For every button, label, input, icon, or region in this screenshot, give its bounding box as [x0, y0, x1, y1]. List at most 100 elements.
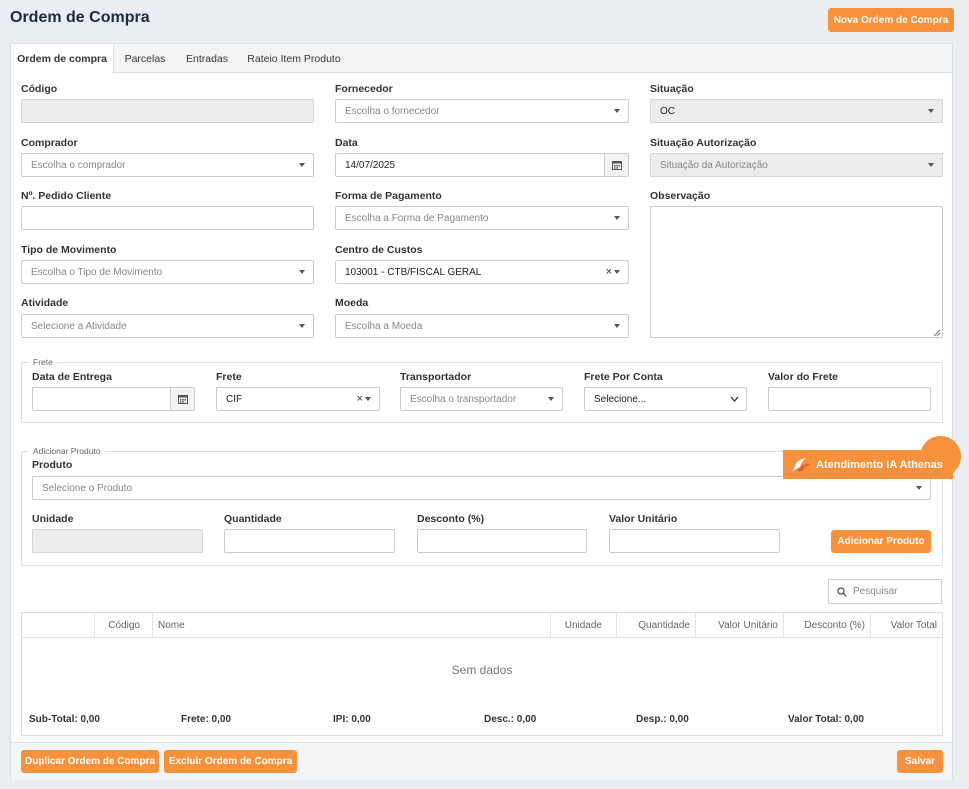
tipo-movimento-placeholder: Escolha o Tipo de Movimento — [31, 266, 163, 278]
tipo-movimento-select[interactable]: Escolha o Tipo de Movimento — [21, 260, 314, 284]
moeda-placeholder: Escolha a Moeda — [345, 320, 423, 332]
column-header-quantidade[interactable]: Quantidade — [617, 613, 696, 638]
table-header: Código Nome Unidade Quantidade Valor Uni… — [22, 613, 942, 638]
total-despesas: Desp.: 0,00 — [636, 714, 689, 725]
total-ipi: IPI: 0,00 — [333, 714, 371, 725]
forma-pagamento-placeholder: Escolha a Forma de Pagamento — [345, 212, 489, 224]
resize-handle-icon[interactable] — [933, 329, 941, 337]
atividade-select[interactable]: Selecione a Atividade — [21, 314, 314, 338]
produto-select[interactable]: Selecione o Produto — [32, 476, 931, 500]
frete-por-conta-value: Selecione... — [594, 393, 647, 405]
total-subtotal: Sub-Total: 0,00 — [29, 714, 100, 725]
calendar-icon[interactable] — [604, 154, 628, 176]
column-header-valor-total[interactable]: Valor Total — [871, 613, 942, 638]
search-icon — [837, 587, 847, 597]
tab-parcelas[interactable]: Parcelas — [114, 44, 176, 73]
empty-message: Sem dados — [451, 663, 513, 677]
desconto-label: Desconto (%) — [417, 513, 485, 525]
centro-custos-value: 103001 - CTB/FISCAL GERAL — [345, 266, 482, 278]
tipo-movimento-label: Tipo de Movimento — [21, 244, 117, 256]
produto-label: Produto — [32, 459, 73, 471]
chevron-down-icon — [299, 163, 305, 167]
column-header-desconto[interactable]: Desconto (%) — [784, 613, 871, 638]
centro-custos-select[interactable]: 103001 - CTB/FISCAL GERAL × — [335, 260, 629, 284]
valor-frete-input[interactable] — [768, 387, 931, 411]
column-header-codigo[interactable]: Código — [95, 613, 153, 638]
adicionar-produto-button[interactable]: Adicionar Produto — [831, 530, 931, 553]
delete-order-button[interactable]: Excluir Ordem de Compra — [164, 750, 297, 773]
tab-bar: Ordem de compra Parcelas Entradas Rateio… — [11, 44, 952, 74]
main-panel: Ordem de compra Parcelas Entradas Rateio… — [10, 43, 953, 780]
situacao-autorizacao-placeholder: Situação da Autorização — [660, 159, 768, 171]
clear-icon[interactable]: × — [606, 266, 612, 278]
adicionar-produto-legend: Adicionar Produto — [29, 446, 105, 456]
situacao-select: OC — [650, 99, 943, 123]
total-valor-total: Valor Total: 0,00 — [788, 714, 864, 725]
comprador-label: Comprador — [21, 137, 78, 149]
transportador-label: Transportador — [400, 371, 472, 383]
column-header-select — [22, 613, 95, 638]
observacao-textarea[interactable] — [650, 206, 943, 338]
chevron-down-icon — [614, 324, 620, 328]
chat-widget-button[interactable]: Atendimento IA Athenas — [783, 450, 953, 479]
moeda-select[interactable]: Escolha a Moeda — [335, 314, 629, 338]
chevron-down-icon — [928, 163, 934, 167]
data-entrega-label: Data de Entrega — [32, 371, 112, 383]
duplicate-order-button[interactable]: Duplicar Ordem de Compra — [21, 750, 159, 773]
chevron-down-icon — [548, 397, 554, 401]
data-value: 14/07/2025 — [345, 159, 396, 171]
pedido-cliente-label: Nº. Pedido Cliente — [21, 190, 112, 202]
transportador-placeholder: Escolha o transportador — [410, 393, 517, 405]
page-title: Ordem de Compra — [10, 9, 150, 26]
column-header-valor-unitario[interactable]: Valor Unitário — [696, 613, 784, 638]
chevron-down-icon — [299, 270, 305, 274]
frete-por-conta-select[interactable]: Selecione... — [584, 387, 747, 411]
atividade-placeholder: Selecione a Atividade — [31, 320, 127, 332]
data-input[interactable]: 14/07/2025 — [335, 153, 629, 177]
situacao-autorizacao-select: Situação da Autorização — [650, 153, 943, 177]
frete-por-conta-label: Frete Por Conta — [584, 371, 663, 383]
save-button[interactable]: Salvar — [897, 750, 943, 773]
codigo-label: Código — [21, 83, 58, 95]
forma-pagamento-select[interactable]: Escolha a Forma de Pagamento — [335, 206, 629, 230]
clear-icon[interactable]: × — [357, 393, 363, 405]
total-frete: Frete: 0,00 — [181, 714, 232, 725]
valor-frete-label: Valor do Frete — [768, 371, 839, 383]
tab-ordem-de-compra[interactable]: Ordem de compra — [11, 44, 114, 74]
form-footer: Duplicar Ordem de Compra Excluir Ordem d… — [11, 742, 952, 780]
chevron-down-icon — [614, 270, 620, 274]
fornecedor-placeholder: Escolha o fornecedor — [345, 105, 440, 117]
frete-label: Frete — [216, 371, 242, 383]
chat-widget-label: Atendimento IA Athenas — [816, 458, 943, 471]
frete-select[interactable]: CIF × — [216, 387, 380, 411]
forma-pagamento-label: Forma de Pagamento — [335, 190, 442, 202]
search-input[interactable]: Pesquisar — [828, 579, 942, 604]
calendar-icon[interactable] — [170, 388, 194, 410]
tab-rateio-item-produto[interactable]: Rateio Item Produto — [238, 44, 350, 73]
chevron-down-icon — [730, 396, 739, 402]
atividade-label: Atividade — [21, 297, 69, 309]
comprador-placeholder: Escolha o comprador — [31, 159, 126, 171]
chevron-down-icon — [928, 109, 934, 113]
column-header-unidade[interactable]: Unidade — [551, 613, 617, 638]
unidade-field — [32, 529, 203, 553]
athenas-logo-icon — [793, 457, 811, 471]
chevron-down-icon — [614, 109, 620, 113]
desconto-input[interactable] — [417, 529, 587, 553]
quantidade-input[interactable] — [224, 529, 395, 553]
data-entrega-input[interactable] — [32, 387, 195, 411]
quantidade-label: Quantidade — [224, 513, 282, 525]
fornecedor-label: Fornecedor — [335, 83, 393, 95]
situacao-autorizacao-label: Situação Autorização — [650, 137, 757, 149]
fornecedor-select[interactable]: Escolha o fornecedor — [335, 99, 629, 123]
transportador-select[interactable]: Escolha o transportador — [400, 387, 563, 411]
new-order-button[interactable]: Nova Ordem de Compra — [828, 8, 954, 32]
search-placeholder: Pesquisar — [853, 586, 898, 597]
column-header-nome[interactable]: Nome — [153, 613, 551, 638]
tab-entradas[interactable]: Entradas — [176, 44, 238, 73]
pedido-cliente-input[interactable] — [21, 206, 314, 230]
valor-unitario-input[interactable] — [609, 529, 780, 553]
centro-custos-label: Centro de Custos — [335, 244, 423, 256]
total-desconto: Desc.: 0,00 — [484, 714, 537, 725]
comprador-select[interactable]: Escolha o comprador — [21, 153, 314, 177]
